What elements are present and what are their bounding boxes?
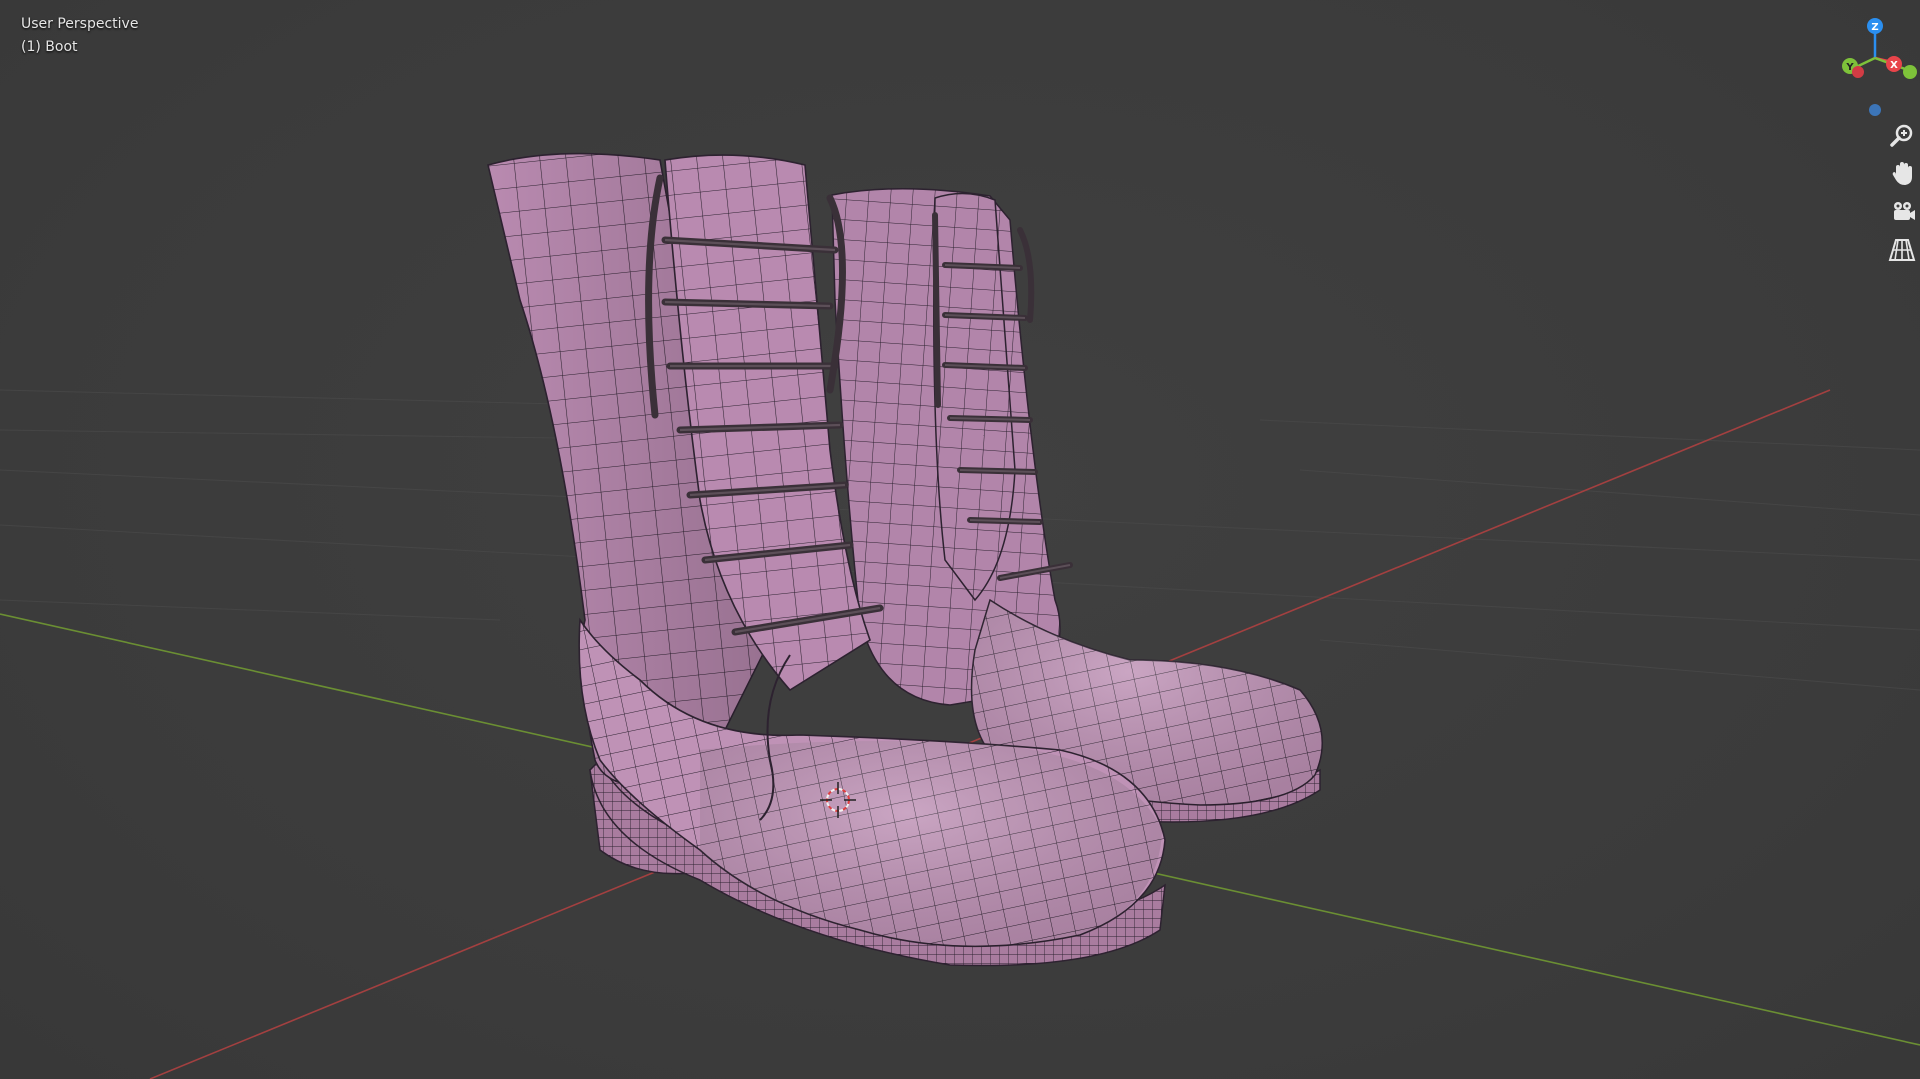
ortho-toggle-button[interactable] bbox=[1888, 234, 1920, 266]
svg-text:Z: Z bbox=[1871, 22, 1878, 33]
view-name-label: User Perspective bbox=[21, 16, 139, 32]
camera-view-button[interactable] bbox=[1888, 196, 1920, 228]
neg-z-axis-handle[interactable] bbox=[1869, 104, 1881, 116]
pan-hand-icon bbox=[1892, 162, 1912, 185]
neg-y-axis-handle[interactable] bbox=[1903, 65, 1917, 79]
zoom-button[interactable] bbox=[1888, 120, 1920, 152]
pan-button[interactable] bbox=[1888, 158, 1920, 190]
3d-viewport[interactable]: User Perspective (1) Boot Z Y X bbox=[0, 0, 1920, 1079]
ortho-grid-icon bbox=[1888, 239, 1916, 261]
scene-canvas[interactable] bbox=[0, 0, 1920, 1079]
active-object-label: (1) Boot bbox=[21, 39, 78, 55]
z-axis-handle[interactable]: Z bbox=[1867, 18, 1883, 34]
front-boot[interactable] bbox=[487, 152, 1166, 967]
camera-view-icon bbox=[1894, 202, 1915, 220]
back-boot[interactable] bbox=[831, 188, 1323, 823]
x-axis-handle[interactable]: X bbox=[1886, 56, 1902, 72]
navigation-gizmo[interactable]: Z Y X bbox=[1830, 10, 1920, 120]
svg-text:X: X bbox=[1890, 60, 1898, 71]
zoom-icon bbox=[1890, 124, 1913, 147]
neg-x-axis-handle[interactable] bbox=[1852, 66, 1864, 78]
